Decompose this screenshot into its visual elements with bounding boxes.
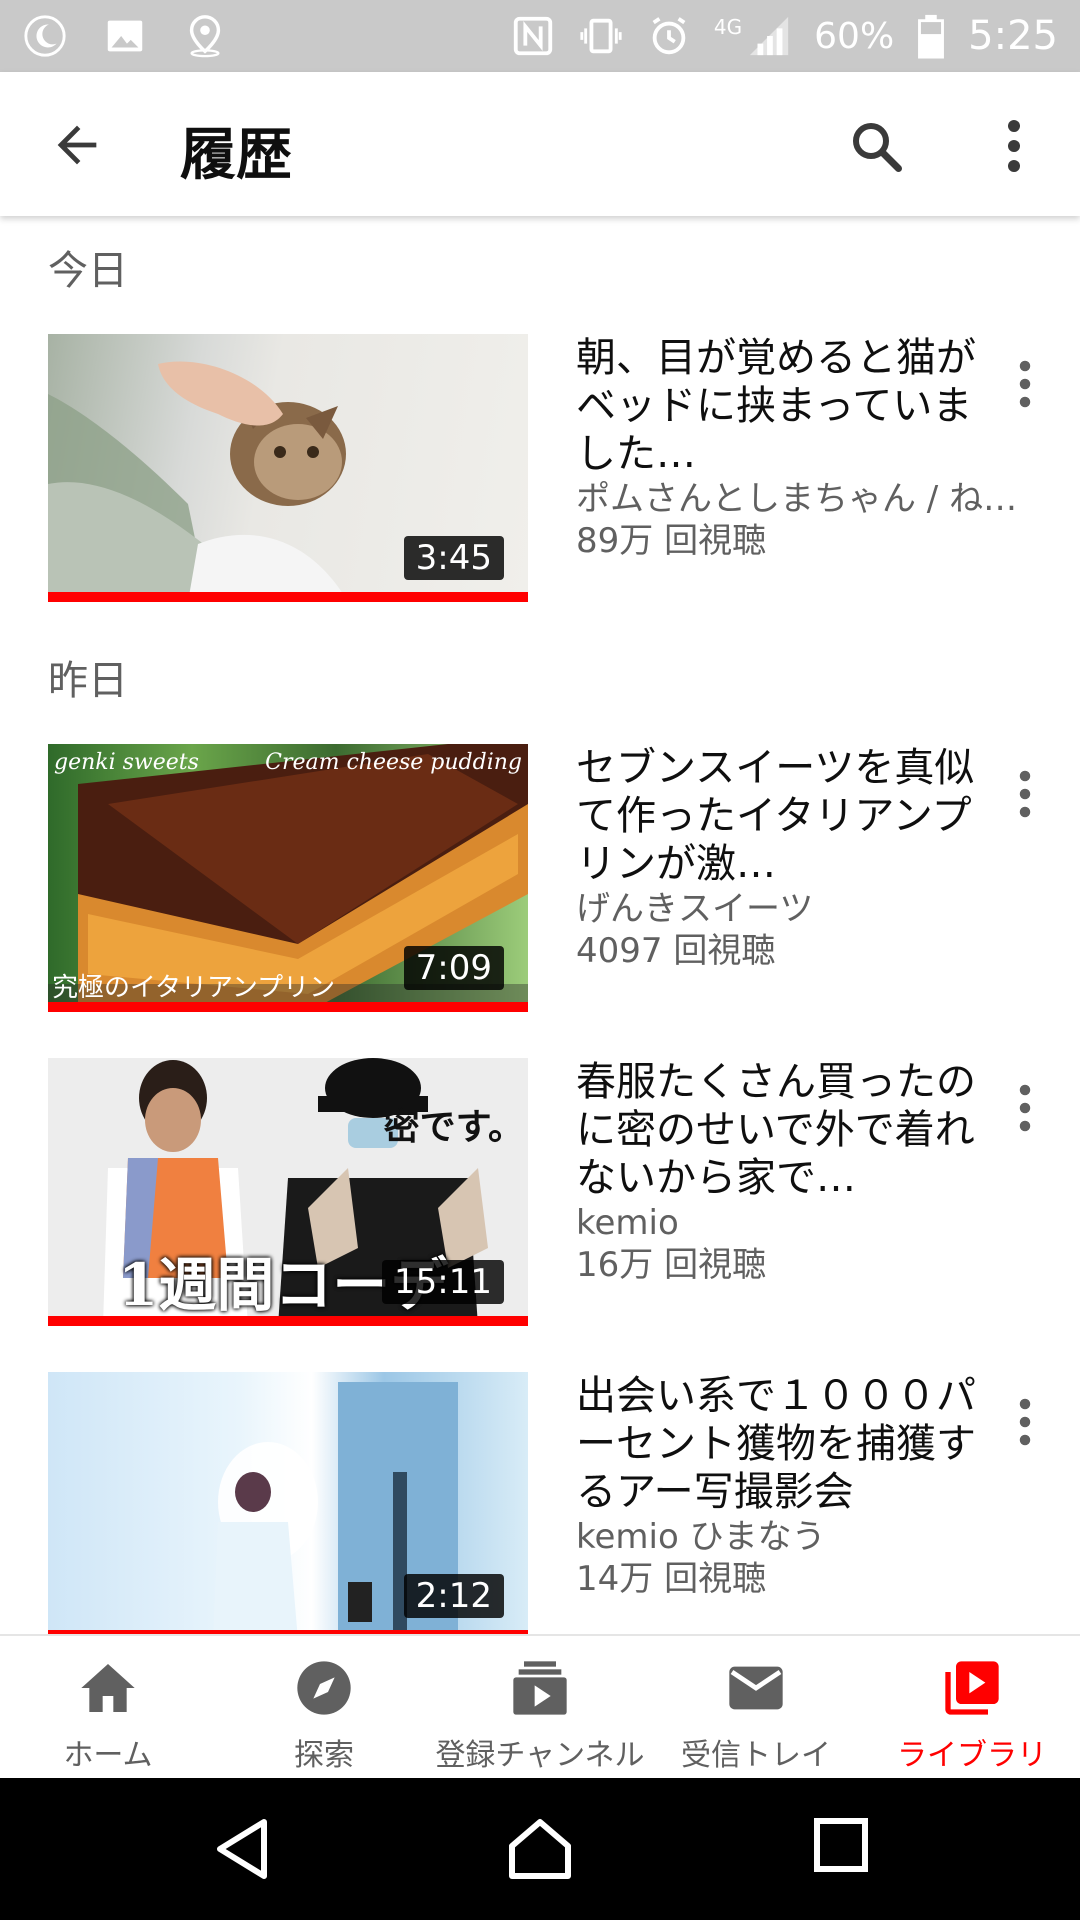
alarm-icon [652,17,686,55]
video-info[interactable]: 春服たくさん買ったのに密のせいで外で着れないから家で… kemio 16万 回視… [576,1058,996,1286]
video-thumbnail[interactable]: 3:45 [48,334,528,602]
system-home-icon[interactable] [506,1816,574,1882]
battery-percent: 60% [814,15,895,57]
video-views: 4097 回視聴 [576,931,776,971]
more-options-icon[interactable] [990,116,1038,176]
screen: 4G 60% 5:25 履歴 今日 3:45 朝、目が覚めると猫がベッドに挟まっ… [0,0,1080,1920]
video-duration: 3:45 [403,536,504,580]
subscriptions-icon [513,1661,567,1715]
video-thumbnail[interactable]: 2:12 [48,1372,528,1634]
status-bar: 4G 60% 5:25 [0,0,1080,72]
watch-progress-bar [48,1002,528,1012]
section-header-yesterday: 昨日 [48,658,128,704]
video-item[interactable]: 2:12 出会い系で１０００パーセント獲物を捕獲するアー写撮影会 kemio ひ… [0,1372,1080,1634]
nav-label: 探索 [294,1738,354,1773]
system-navigation-bar [0,1778,1080,1920]
video-views: 14万 回視聴 [576,1559,767,1599]
video-item[interactable]: 3:45 朝、目が覚めると猫がベッドに挟まっていました… ポムさんとしまちゃん … [0,334,1080,602]
video-info[interactable]: 朝、目が覚めると猫がベッドに挟まっていました… ポムさんとしまちゃん / ね… … [576,334,1017,562]
video-info[interactable]: 出会い系で１０００パーセント獲物を捕獲するアー写撮影会 kemio ひまなう 1… [576,1372,996,1600]
video-title[interactable]: 出会い系で１０００パーセント獲物を捕獲するアー写撮影会 [576,1372,996,1516]
video-channel: ポムさんとしまちゃん / ね… [576,479,1018,519]
watch-progress-bar [48,592,528,602]
image-icon [107,20,143,52]
video-duration: 2:12 [403,1574,504,1618]
location-icon [189,15,221,58]
back-arrow-icon[interactable] [48,116,106,174]
system-back-icon[interactable] [212,1816,272,1882]
library-icon [945,1661,999,1715]
nav-label: ライブラリ [897,1738,1047,1773]
video-more-options-icon[interactable] [1010,354,1040,414]
video-thumbnail[interactable]: 密です。 1週間コーデ 15:11 [48,1058,528,1326]
do-not-disturb-moon-icon [24,15,66,57]
video-title[interactable]: セブンスイーツを真似て作ったイタリアンプリンが激… [576,744,996,888]
network-type: 4G [713,15,743,39]
thumbnail-caption: 究極のイタリアンプリン [52,973,336,1003]
system-recents-icon[interactable] [812,1816,870,1874]
video-info[interactable]: セブンスイーツを真似て作ったイタリアンプリンが激… げんきスイーツ 4097 回… [576,744,996,972]
video-views: 89万 回視聴 [576,521,767,561]
thumbnail-caption: genki sweets [54,750,199,775]
nav-label: 登録チャンネル [435,1738,645,1773]
nav-item-subscriptions[interactable]: 登録チャンネル [432,1636,648,1778]
video-views: 16万 回視聴 [576,1245,767,1285]
video-duration: 15:11 [382,1260,504,1304]
watch-progress-bar [48,1316,528,1326]
nav-item-explore[interactable]: 探索 [216,1636,432,1778]
nfc-icon [513,16,553,56]
section-header-today: 今日 [48,248,128,294]
search-icon[interactable] [846,116,906,176]
vibrate-icon [580,18,622,54]
clock-time: 5:25 [968,13,1058,59]
video-item[interactable]: 密です。 1週間コーデ 15:11 春服たくさん買ったのに密のせいで外で着れない… [0,1058,1080,1326]
video-title[interactable]: 春服たくさん買ったのに密のせいで外で着れないから家で… [576,1058,996,1202]
video-more-options-icon[interactable] [1010,1078,1040,1138]
inbox-icon [729,1666,783,1710]
battery-icon [918,14,945,59]
video-title[interactable]: 朝、目が覚めると猫がベッドに挟まっていました… [576,334,996,478]
thumbnail-caption: 密です。 [383,1106,524,1148]
nav-item-inbox[interactable]: 受信トレイ [648,1636,864,1778]
video-channel: kemio ひまなう [576,1517,826,1557]
video-item[interactable]: genki sweets Cream cheese pudding 究極のイタリ… [0,744,1080,1012]
app-bar: 履歴 [0,72,1080,216]
bottom-navigation: ホーム 探索 登録チャンネル 受信トレイ ライブラリ [0,1634,1080,1778]
thumbnail-caption: Cream cheese pudding [265,750,522,775]
video-duration: 7:09 [403,946,504,990]
explore-icon [297,1661,351,1715]
video-channel: げんきスイーツ [576,889,814,929]
nav-item-home[interactable]: ホーム [0,1636,216,1778]
nav-label: 受信トレイ [681,1738,831,1773]
video-channel: kemio [576,1203,679,1243]
page-title: 履歴 [180,123,292,188]
home-icon [81,1664,135,1712]
nav-label: ホーム [63,1738,153,1773]
nav-item-library[interactable]: ライブラリ [864,1636,1080,1778]
video-more-options-icon[interactable] [1010,764,1040,824]
history-list: 今日 3:45 朝、目が覚めると猫がベッドに挟まっていました… ポムさんとしまち… [0,216,1080,1634]
video-thumbnail[interactable]: genki sweets Cream cheese pudding 究極のイタリ… [48,744,528,1012]
signal-icon [749,16,789,56]
video-more-options-icon[interactable] [1010,1392,1040,1452]
